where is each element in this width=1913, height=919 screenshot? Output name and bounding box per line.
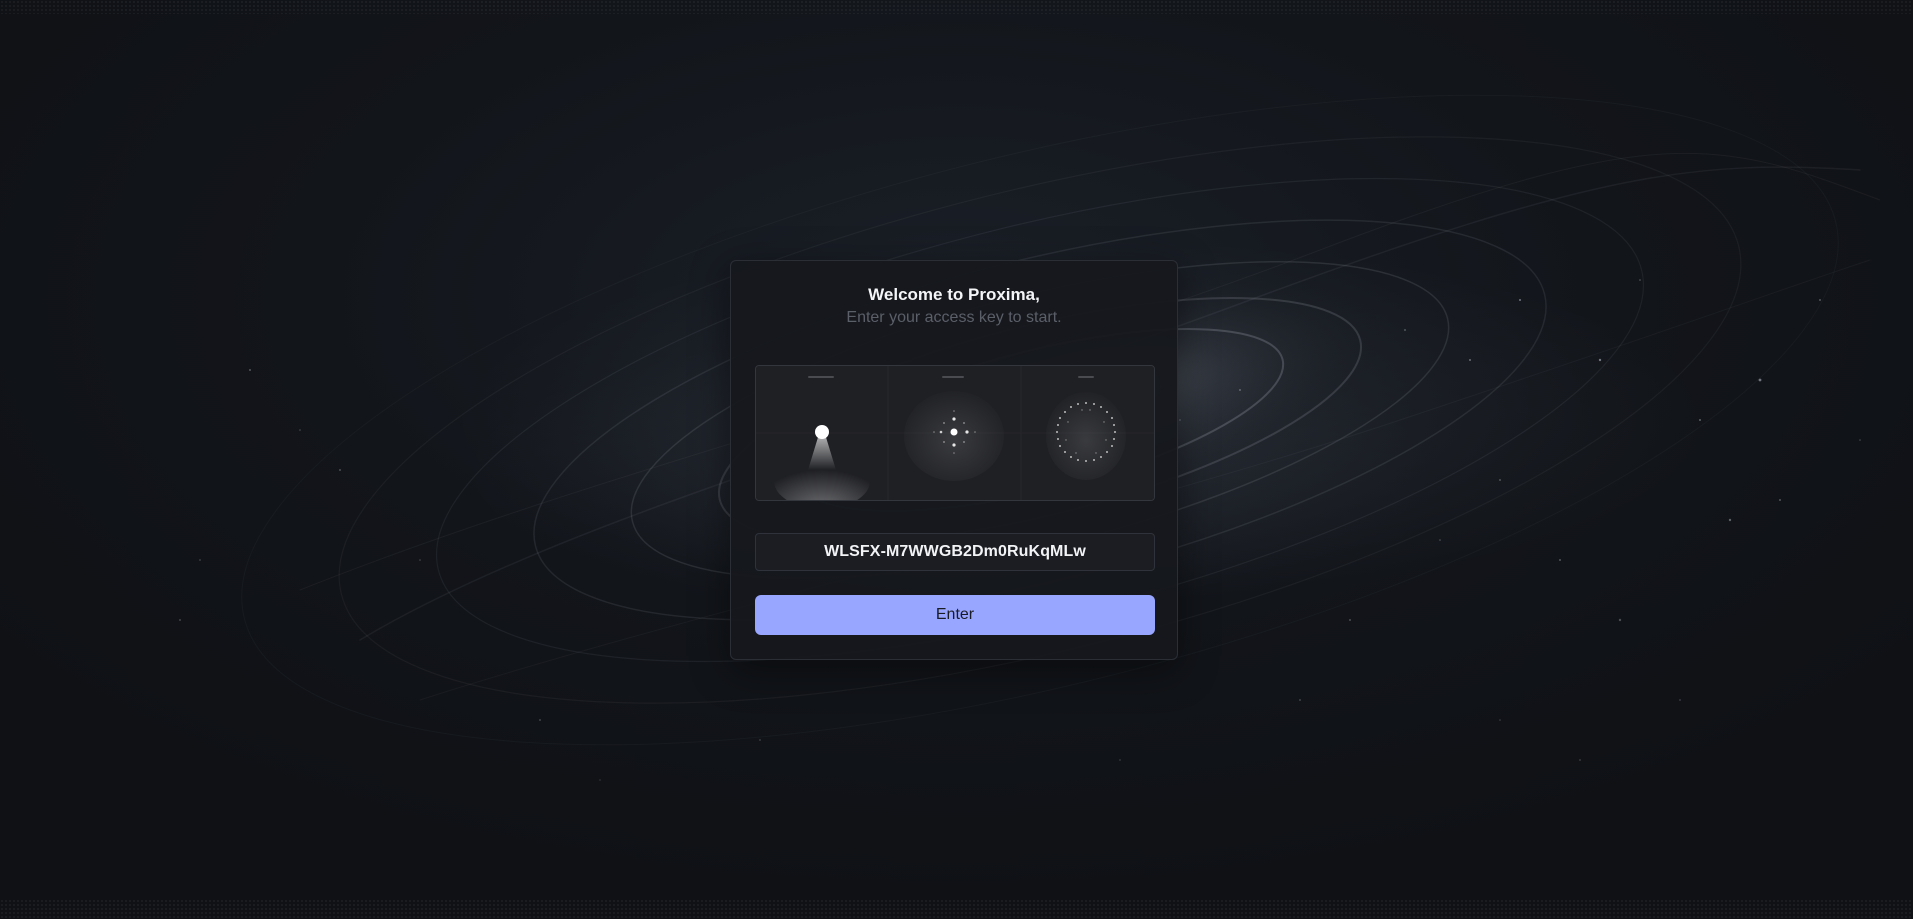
login-card: Welcome to Proxima, Enter your access ke… [730,260,1178,660]
welcome-title: Welcome to Proxima, [868,285,1040,304]
enter-button[interactable]: Enter [755,595,1155,635]
access-key-input[interactable] [755,533,1155,571]
access-key-instruction: Enter your access key to start. [846,309,1062,326]
light-modes-illustration [756,366,1154,500]
bottom-dot-band [0,899,1913,919]
login-screen: Welcome to Proxima, Enter your access ke… [0,0,1913,919]
preview-image [755,365,1155,501]
